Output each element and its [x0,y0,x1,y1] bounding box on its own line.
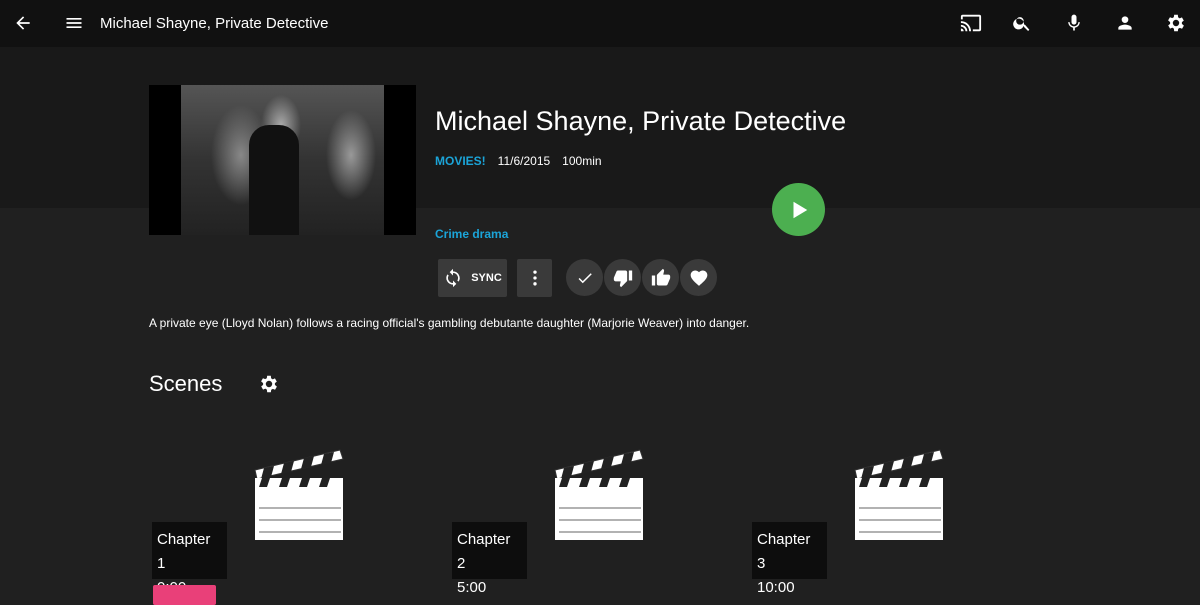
heart-icon [690,270,707,286]
menu-icon[interactable] [60,9,88,37]
genre-link[interactable]: Crime drama [435,227,508,241]
air-date: 11/6/2015 [497,154,551,168]
account-icon[interactable] [1111,9,1139,37]
thumbs-down-icon [613,270,632,287]
microphone-icon[interactable] [1060,9,1088,37]
check-icon [578,272,592,283]
chapter-time: 5:00 [457,579,487,596]
chapter-title: Chapter 1 [157,531,211,572]
chapter-label: Chapter 2 5:00 [452,522,527,596]
movie-thumbnail [149,85,416,235]
sync-icon [446,268,460,288]
clapperboard-icon [554,449,644,540]
search-icon[interactable] [1008,9,1036,37]
scene-card[interactable]: Chapter 10:00 [150,448,350,597]
movie-description: A private eye (Lloyd Nolan) follows a ra… [149,316,750,330]
sync-label: SYNC [471,272,502,284]
scene-card[interactable]: Chapter 3 10:00 [750,448,950,597]
channel-link[interactable]: MOVIES! [435,154,486,168]
chapter-time: 10:00 [757,579,795,596]
settings-icon[interactable] [1162,9,1190,37]
play-button[interactable] [772,183,825,236]
scenes-settings-icon[interactable] [255,370,283,398]
chapter-label: Chapter 10:00 [152,522,227,596]
app-title: Michael Shayne, Private Detective [100,15,329,32]
chapter-label: Chapter 3 10:00 [752,522,827,596]
favorite-button[interactable] [680,259,717,296]
record-button[interactable] [153,585,216,605]
mark-watched-button[interactable] [566,259,603,296]
chapter-title: Chapter 2 [457,531,511,572]
top-app-bar: Michael Shayne, Private Detective [0,0,1200,47]
movie-meta: MOVIES! 11/6/2015 100min [435,154,602,168]
cast-icon[interactable] [957,9,985,37]
sync-button[interactable]: SYNC [438,259,507,297]
thumbs-up-button[interactable] [642,259,679,296]
chapter-title: Chapter 3 [757,531,811,572]
duration: 100min [562,154,602,168]
scene-card[interactable]: Chapter 2 5:00 [450,448,650,597]
thumbs-down-button[interactable] [604,259,641,296]
movie-title: Michael Shayne, Private Detective [435,106,847,136]
play-icon [793,201,807,218]
thumbs-up-icon [651,268,670,285]
back-icon[interactable] [9,9,37,37]
more-options-button[interactable] [517,259,552,297]
scenes-heading: Scenes [149,371,223,396]
clapperboard-icon [254,449,344,540]
clapperboard-icon [854,449,944,540]
more-vert-icon [532,270,537,286]
